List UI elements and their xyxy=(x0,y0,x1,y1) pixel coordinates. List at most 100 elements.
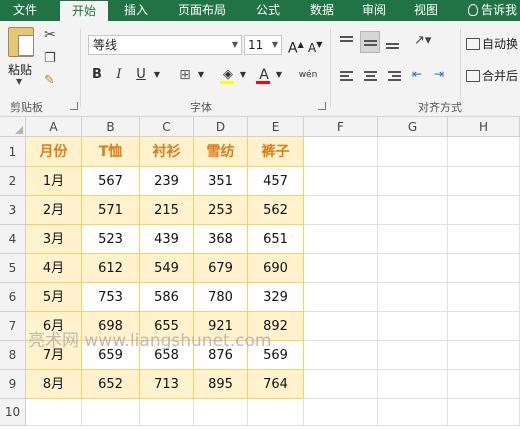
row-header-2[interactable]: 2 xyxy=(0,167,26,196)
tab-home[interactable]: 开始 xyxy=(60,1,108,21)
empty-cell[interactable] xyxy=(448,312,520,341)
column-header-h[interactable]: H xyxy=(448,117,520,137)
row-header-4[interactable]: 4 xyxy=(0,225,26,254)
font-color-button[interactable]: A xyxy=(256,65,272,85)
column-header-d[interactable]: D xyxy=(194,117,248,137)
empty-cell[interactable] xyxy=(304,196,378,225)
table-cell[interactable]: 239 xyxy=(140,167,194,196)
column-header-g[interactable]: G xyxy=(378,117,448,137)
row-header-8[interactable]: 8 xyxy=(0,341,26,370)
empty-cell[interactable] xyxy=(378,370,448,399)
empty-cell[interactable] xyxy=(378,137,448,167)
table-cell[interactable]: 215 xyxy=(140,196,194,225)
table-header-cell[interactable]: 月份 xyxy=(26,137,82,167)
tab-page-layout[interactable]: 页面布局 xyxy=(170,0,234,21)
empty-cell[interactable] xyxy=(194,399,248,426)
tell-me-search[interactable]: 告诉我 xyxy=(468,0,517,21)
font-size-select[interactable]: 11 ▼ xyxy=(244,35,282,55)
decrease-indent-icon[interactable]: ⇤ xyxy=(412,67,430,85)
table-header-cell[interactable]: 裤子 xyxy=(248,137,304,167)
chevron-down-icon[interactable]: ▼ xyxy=(274,65,284,85)
row-header-1[interactable]: 1 xyxy=(0,137,26,167)
table-cell[interactable]: 523 xyxy=(82,225,140,254)
font-name-select[interactable]: 等线 ▼ xyxy=(88,35,242,55)
empty-cell[interactable] xyxy=(448,370,520,399)
table-cell[interactable]: 921 xyxy=(194,312,248,341)
row-header-3[interactable]: 3 xyxy=(0,196,26,225)
tab-formulas[interactable]: 公式 xyxy=(250,0,286,21)
column-header-e[interactable]: E xyxy=(248,117,304,137)
tab-insert[interactable]: 插入 xyxy=(116,0,156,21)
table-cell[interactable]: 659 xyxy=(82,341,140,370)
table-cell[interactable]: 780 xyxy=(194,283,248,312)
table-cell[interactable]: 368 xyxy=(194,225,248,254)
fill-color-button[interactable]: ◈ xyxy=(220,65,236,85)
empty-cell[interactable] xyxy=(140,399,194,426)
empty-cell[interactable] xyxy=(304,283,378,312)
empty-cell[interactable] xyxy=(378,312,448,341)
table-cell[interactable]: 892 xyxy=(248,312,304,341)
table-cell[interactable]: 586 xyxy=(140,283,194,312)
table-cell[interactable]: 5月 xyxy=(26,283,82,312)
empty-cell[interactable] xyxy=(448,341,520,370)
align-center-icon[interactable] xyxy=(362,67,380,85)
table-cell[interactable]: 655 xyxy=(140,312,194,341)
worksheet-grid[interactable]: A B C D E F G H 1 2 3 4 5 6 7 8 9 10 月份 T恤 衬衫 雪纺 裤子 1月 567 239 351… xyxy=(0,117,520,430)
select-all-button[interactable] xyxy=(0,117,26,137)
tab-view[interactable]: 视图 xyxy=(408,0,444,21)
table-cell[interactable]: 571 xyxy=(82,196,140,225)
chevron-down-icon[interactable]: ▼ xyxy=(238,65,248,85)
copy-icon[interactable]: ❐ xyxy=(44,51,64,69)
phonetic-button[interactable]: wén xyxy=(296,65,320,85)
empty-cell[interactable] xyxy=(378,225,448,254)
empty-cell[interactable] xyxy=(448,196,520,225)
table-cell[interactable]: 876 xyxy=(194,341,248,370)
top-align-icon[interactable] xyxy=(338,33,356,51)
column-header-c[interactable]: C xyxy=(140,117,194,137)
table-header-cell[interactable]: 雪纺 xyxy=(194,137,248,167)
align-right-icon[interactable] xyxy=(386,67,404,85)
table-cell[interactable]: 6月 xyxy=(26,312,82,341)
table-cell[interactable]: 562 xyxy=(248,196,304,225)
format-painter-icon[interactable]: ✎ xyxy=(44,73,64,91)
table-cell[interactable]: 253 xyxy=(194,196,248,225)
column-header-f[interactable]: F xyxy=(304,117,378,137)
paste-button[interactable]: 粘贴 ▼ xyxy=(0,21,38,91)
table-cell[interactable]: 3月 xyxy=(26,225,82,254)
row-header-6[interactable]: 6 xyxy=(0,283,26,312)
italic-button[interactable]: I xyxy=(110,65,128,85)
table-cell[interactable]: 439 xyxy=(140,225,194,254)
empty-cell[interactable] xyxy=(248,399,304,426)
empty-cell[interactable] xyxy=(378,283,448,312)
table-cell[interactable]: 8月 xyxy=(26,370,82,399)
empty-cell[interactable] xyxy=(304,399,378,426)
chevron-down-icon[interactable]: ▼ xyxy=(152,65,162,85)
tab-data[interactable]: 数据 xyxy=(304,0,340,21)
chevron-down-icon[interactable]: ▼ xyxy=(196,65,206,85)
empty-cell[interactable] xyxy=(304,225,378,254)
orientation-icon[interactable]: ↗▾ xyxy=(414,33,444,51)
table-cell[interactable]: 329 xyxy=(248,283,304,312)
row-header-10[interactable]: 10 xyxy=(0,399,26,426)
table-cell[interactable]: 698 xyxy=(82,312,140,341)
empty-cell[interactable] xyxy=(448,137,520,167)
column-header-b[interactable]: B xyxy=(82,117,140,137)
clipboard-launcher-icon[interactable] xyxy=(70,102,78,110)
wrap-text-button[interactable]: 自动换 xyxy=(466,35,518,52)
shrink-font-button[interactable]: A▼ xyxy=(308,35,324,55)
grow-font-button[interactable]: A▲ xyxy=(288,35,304,57)
bottom-align-icon[interactable] xyxy=(384,33,402,51)
table-cell[interactable]: 679 xyxy=(194,254,248,283)
bold-button[interactable]: B xyxy=(88,65,106,85)
empty-cell[interactable] xyxy=(304,254,378,283)
empty-cell[interactable] xyxy=(304,137,378,167)
table-cell[interactable]: 652 xyxy=(82,370,140,399)
table-cell[interactable]: 2月 xyxy=(26,196,82,225)
merge-center-button[interactable]: 合并后 xyxy=(466,67,518,84)
table-cell[interactable]: 351 xyxy=(194,167,248,196)
empty-cell[interactable] xyxy=(448,399,520,426)
middle-align-icon[interactable] xyxy=(360,31,380,53)
empty-cell[interactable] xyxy=(304,370,378,399)
empty-cell[interactable] xyxy=(82,399,140,426)
table-cell[interactable]: 690 xyxy=(248,254,304,283)
